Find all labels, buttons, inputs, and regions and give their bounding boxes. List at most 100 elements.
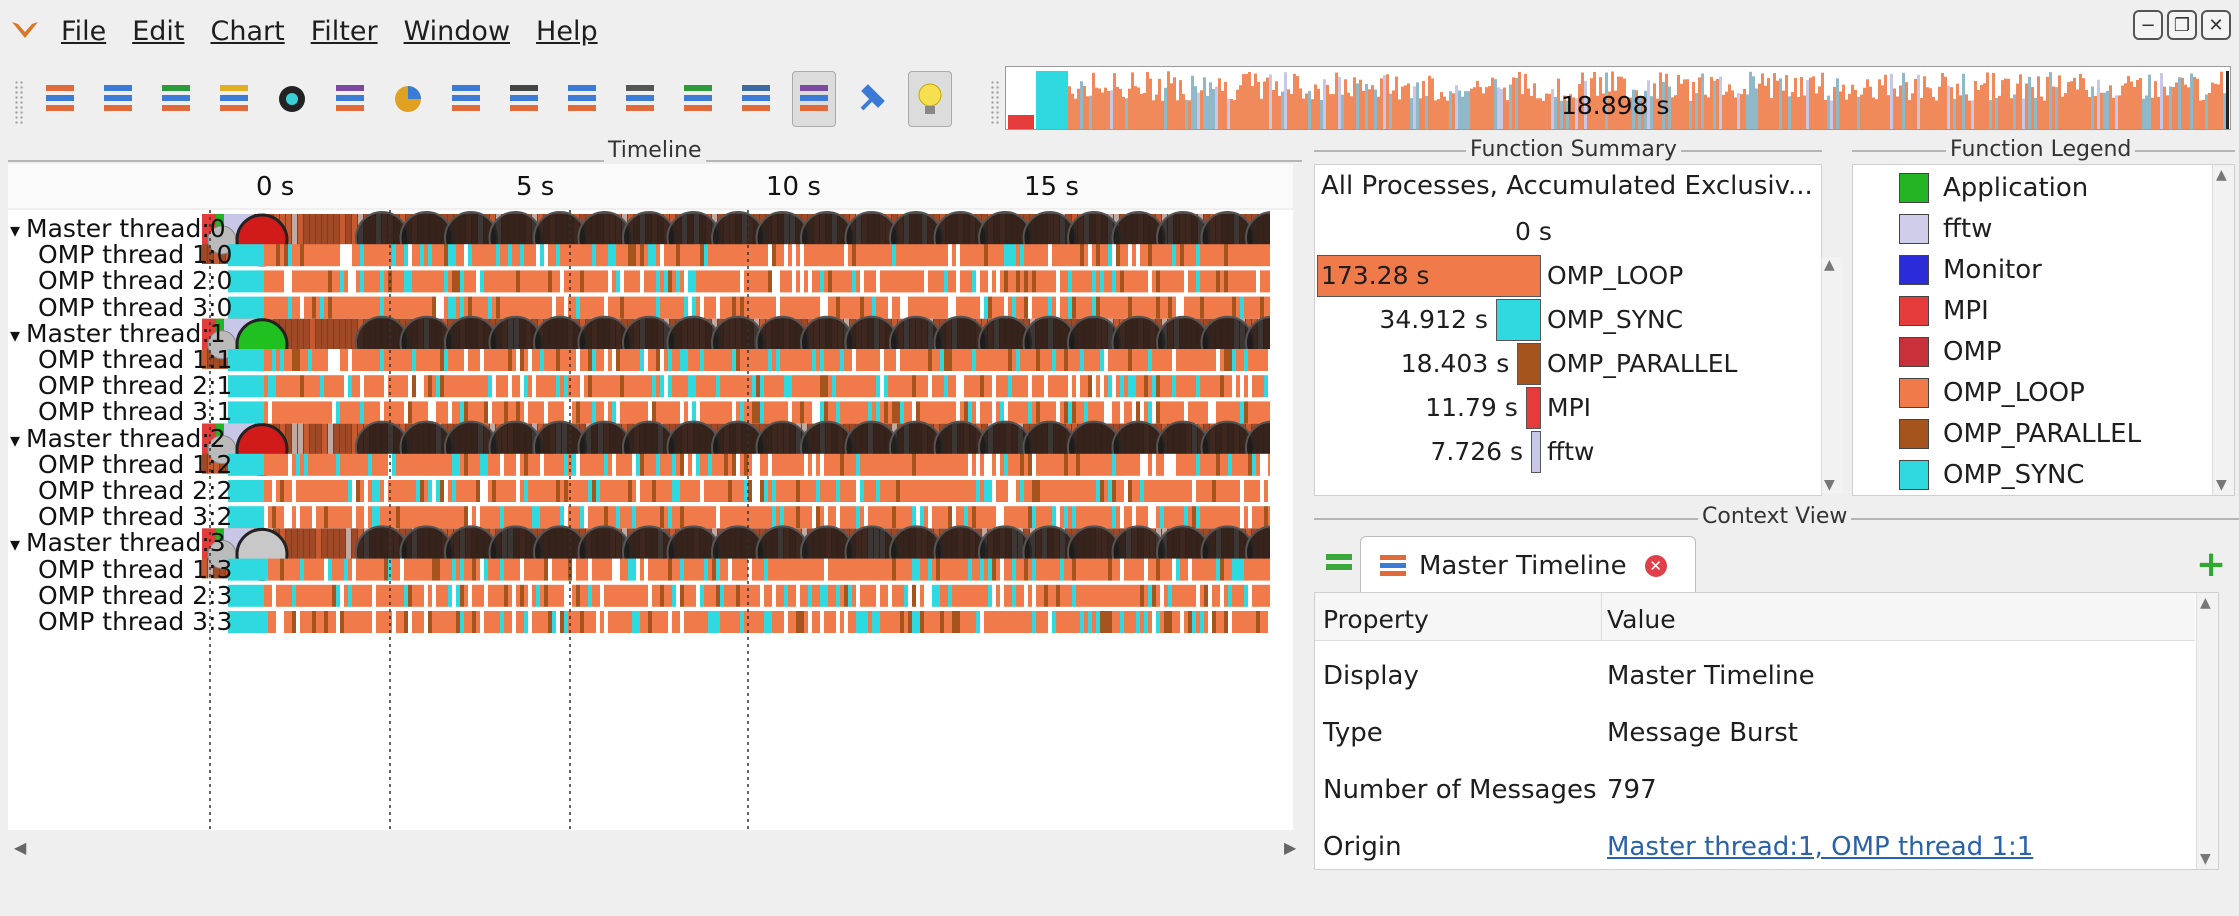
scroll-down-icon[interactable]: ▼ — [1824, 477, 1835, 493]
legend-label: OMP_LOOP — [1943, 378, 2085, 408]
legend-item[interactable]: OMP_PARALLEL — [1899, 415, 2141, 453]
message-summary-icon-glyph — [452, 85, 480, 111]
timeline-lanes[interactable] — [200, 210, 1270, 830]
otf2-icon[interactable] — [270, 71, 314, 127]
function-bar-row[interactable]: 7.726 s fftw — [1315, 429, 1815, 475]
property-value: Master Timeline — [1607, 661, 1815, 691]
property-name: Type — [1323, 718, 1383, 748]
context-table-row[interactable]: Type Message Burst — [1315, 706, 2195, 762]
master-thread-label[interactable]: Master thread:3 — [10, 528, 226, 557]
omp-thread-label: OMP thread 3:3 — [38, 607, 233, 636]
timeline-icon-glyph — [104, 85, 132, 111]
legend-swatch — [1899, 296, 1929, 326]
lightbulb-icon-glyph — [918, 83, 942, 114]
legend-item[interactable]: fftw — [1899, 210, 1992, 248]
function-bar[interactable] — [1495, 299, 1541, 341]
function-bar-row[interactable]: 11.79 s MPI — [1315, 385, 1815, 431]
menu-window[interactable]: Window — [404, 16, 510, 47]
ctx-scroll-up-icon[interactable]: ▲ — [2200, 595, 2211, 611]
call-tree-icon[interactable] — [676, 71, 720, 127]
legend-label: OMP_PARALLEL — [1943, 419, 2142, 449]
toolbar-grip[interactable] — [14, 80, 24, 124]
communication-matrix-icon[interactable] — [328, 71, 372, 127]
function-bar[interactable] — [1517, 343, 1541, 385]
master-timeline-icon[interactable] — [38, 71, 82, 127]
legend-item[interactable]: OMP_SYNC — [1899, 456, 2085, 494]
legend-scroll-up-icon[interactable]: ▲ — [2216, 167, 2227, 183]
context-table-row[interactable]: Origin Master thread:1, OMP thread 1:1 — [1315, 820, 2195, 876]
tick-5s: 5 s — [516, 172, 555, 202]
function-summary-icon[interactable] — [386, 71, 430, 127]
menu-file[interactable]: File — [61, 16, 106, 47]
add-view-icon[interactable]: + — [2196, 544, 2226, 585]
restore-icon[interactable]: ❐ — [2167, 10, 2197, 40]
legend-item[interactable]: MPI — [1899, 292, 1989, 330]
communication-matrix-icon-glyph — [336, 85, 364, 111]
tab-close-icon[interactable]: ✕ — [1644, 554, 1667, 577]
counter-timeline-icon[interactable] — [212, 71, 256, 127]
legend-item[interactable]: Application — [1899, 169, 2088, 207]
process-timeline-icon[interactable] — [154, 71, 198, 127]
property-value: 797 — [1607, 775, 1657, 805]
legend-item[interactable]: Monitor — [1899, 251, 2042, 289]
close-icon[interactable]: ✕ — [2201, 10, 2231, 40]
master-thread-label[interactable]: Master thread:2 — [10, 424, 226, 453]
header-property[interactable]: Property — [1323, 605, 1429, 634]
context-table-row[interactable]: Number of Messages 797 — [1315, 763, 2195, 819]
counter-timeline-icon-glyph — [220, 85, 248, 111]
context-scrollbar[interactable]: ▲ ▼ — [2196, 593, 2218, 869]
omp-thread-label: OMP thread 2:2 — [38, 476, 233, 505]
origin-link[interactable]: Master thread:1, OMP thread 1:1 — [1607, 832, 2033, 862]
menu-edit[interactable]: Edit — [132, 16, 184, 47]
context-view-panel: Master Timeline ✕ + Property Value ▲ ▼ D… — [1314, 508, 2239, 870]
menu-filter[interactable]: Filter — [311, 16, 378, 47]
scroll-left-icon[interactable]: ◀ — [14, 838, 26, 857]
function-legend-list: ▲ ▼ Application fftw Monitor MPI OMP OMP_LOOP… — [1852, 164, 2235, 496]
function-bar-row[interactable]: 173.28 s OMP_LOOP — [1315, 253, 1815, 299]
timeline-hscrollbar[interactable]: ◀ ▶ — [0, 838, 1302, 862]
message-matrix-icon[interactable] — [560, 71, 604, 127]
call-stack-icon[interactable] — [734, 71, 778, 127]
master-thread-label[interactable]: Master thread:1 — [10, 319, 226, 348]
io-summary-icon[interactable] — [618, 71, 662, 127]
filter-colors-icon[interactable] — [792, 71, 836, 127]
legend-scroll-down-icon[interactable]: ▼ — [2216, 477, 2227, 493]
menu-chart[interactable]: Chart — [210, 16, 284, 47]
lightbulb-icon[interactable] — [908, 71, 952, 127]
status-bar — [0, 870, 2239, 916]
message-summary-icon[interactable] — [444, 71, 488, 127]
minimize-icon[interactable]: − — [2133, 10, 2163, 40]
header-value[interactable]: Value — [1607, 605, 1676, 634]
overview-timeline[interactable]: 18.898 s — [1005, 66, 2231, 130]
function-bar-row[interactable]: 18.403 s OMP_PARALLEL — [1315, 341, 1815, 387]
ctx-scroll-down-icon[interactable]: ▼ — [2200, 851, 2211, 867]
function-bar[interactable] — [1525, 387, 1541, 429]
function-bar[interactable] — [1531, 431, 1541, 473]
header-divider — [1601, 593, 1602, 641]
master-thread-label[interactable]: Master thread:0 — [10, 214, 226, 243]
timeline-icon[interactable] — [96, 71, 140, 127]
pin-icon[interactable] — [850, 71, 894, 127]
tab-label: Master Timeline — [1419, 550, 1627, 581]
function-summary-scrollbar[interactable]: ▲ ▼ — [1821, 257, 1843, 493]
scroll-up-icon[interactable]: ▲ — [1824, 257, 1835, 273]
context-property-table: Property Value ▲ ▼ Display Master Timelin… — [1314, 592, 2219, 870]
function-summary-icon-glyph — [395, 86, 421, 112]
legend-scrollbar[interactable]: ▲ ▼ — [2212, 165, 2234, 495]
function-bar-row[interactable]: 34.912 s OMP_SYNC — [1315, 297, 1815, 343]
legend-item[interactable]: OMP_LOOP — [1899, 374, 2085, 412]
omp-thread-label: OMP thread 1:2 — [38, 449, 233, 479]
tab-master-timeline[interactable]: Master Timeline ✕ — [1360, 536, 1696, 594]
function-bar-name: MPI — [1547, 393, 1592, 422]
process-summary-icon[interactable] — [502, 71, 546, 127]
context-menu-icon[interactable] — [1326, 552, 1352, 574]
menu-help[interactable]: Help — [536, 16, 598, 47]
tick-15s: 15 s — [1024, 172, 1079, 202]
legend-swatch — [1899, 255, 1929, 285]
toolbar-grip-2[interactable] — [990, 80, 1000, 124]
legend-item[interactable]: OMP — [1899, 333, 2002, 371]
context-table-header: Property Value — [1315, 593, 2195, 641]
scroll-right-icon[interactable]: ▶ — [1284, 838, 1296, 857]
context-table-row[interactable]: Display Master Timeline — [1315, 649, 2195, 705]
timeline-rows: Master thread:0OMP thread 1:0OMP thread … — [8, 210, 1293, 830]
